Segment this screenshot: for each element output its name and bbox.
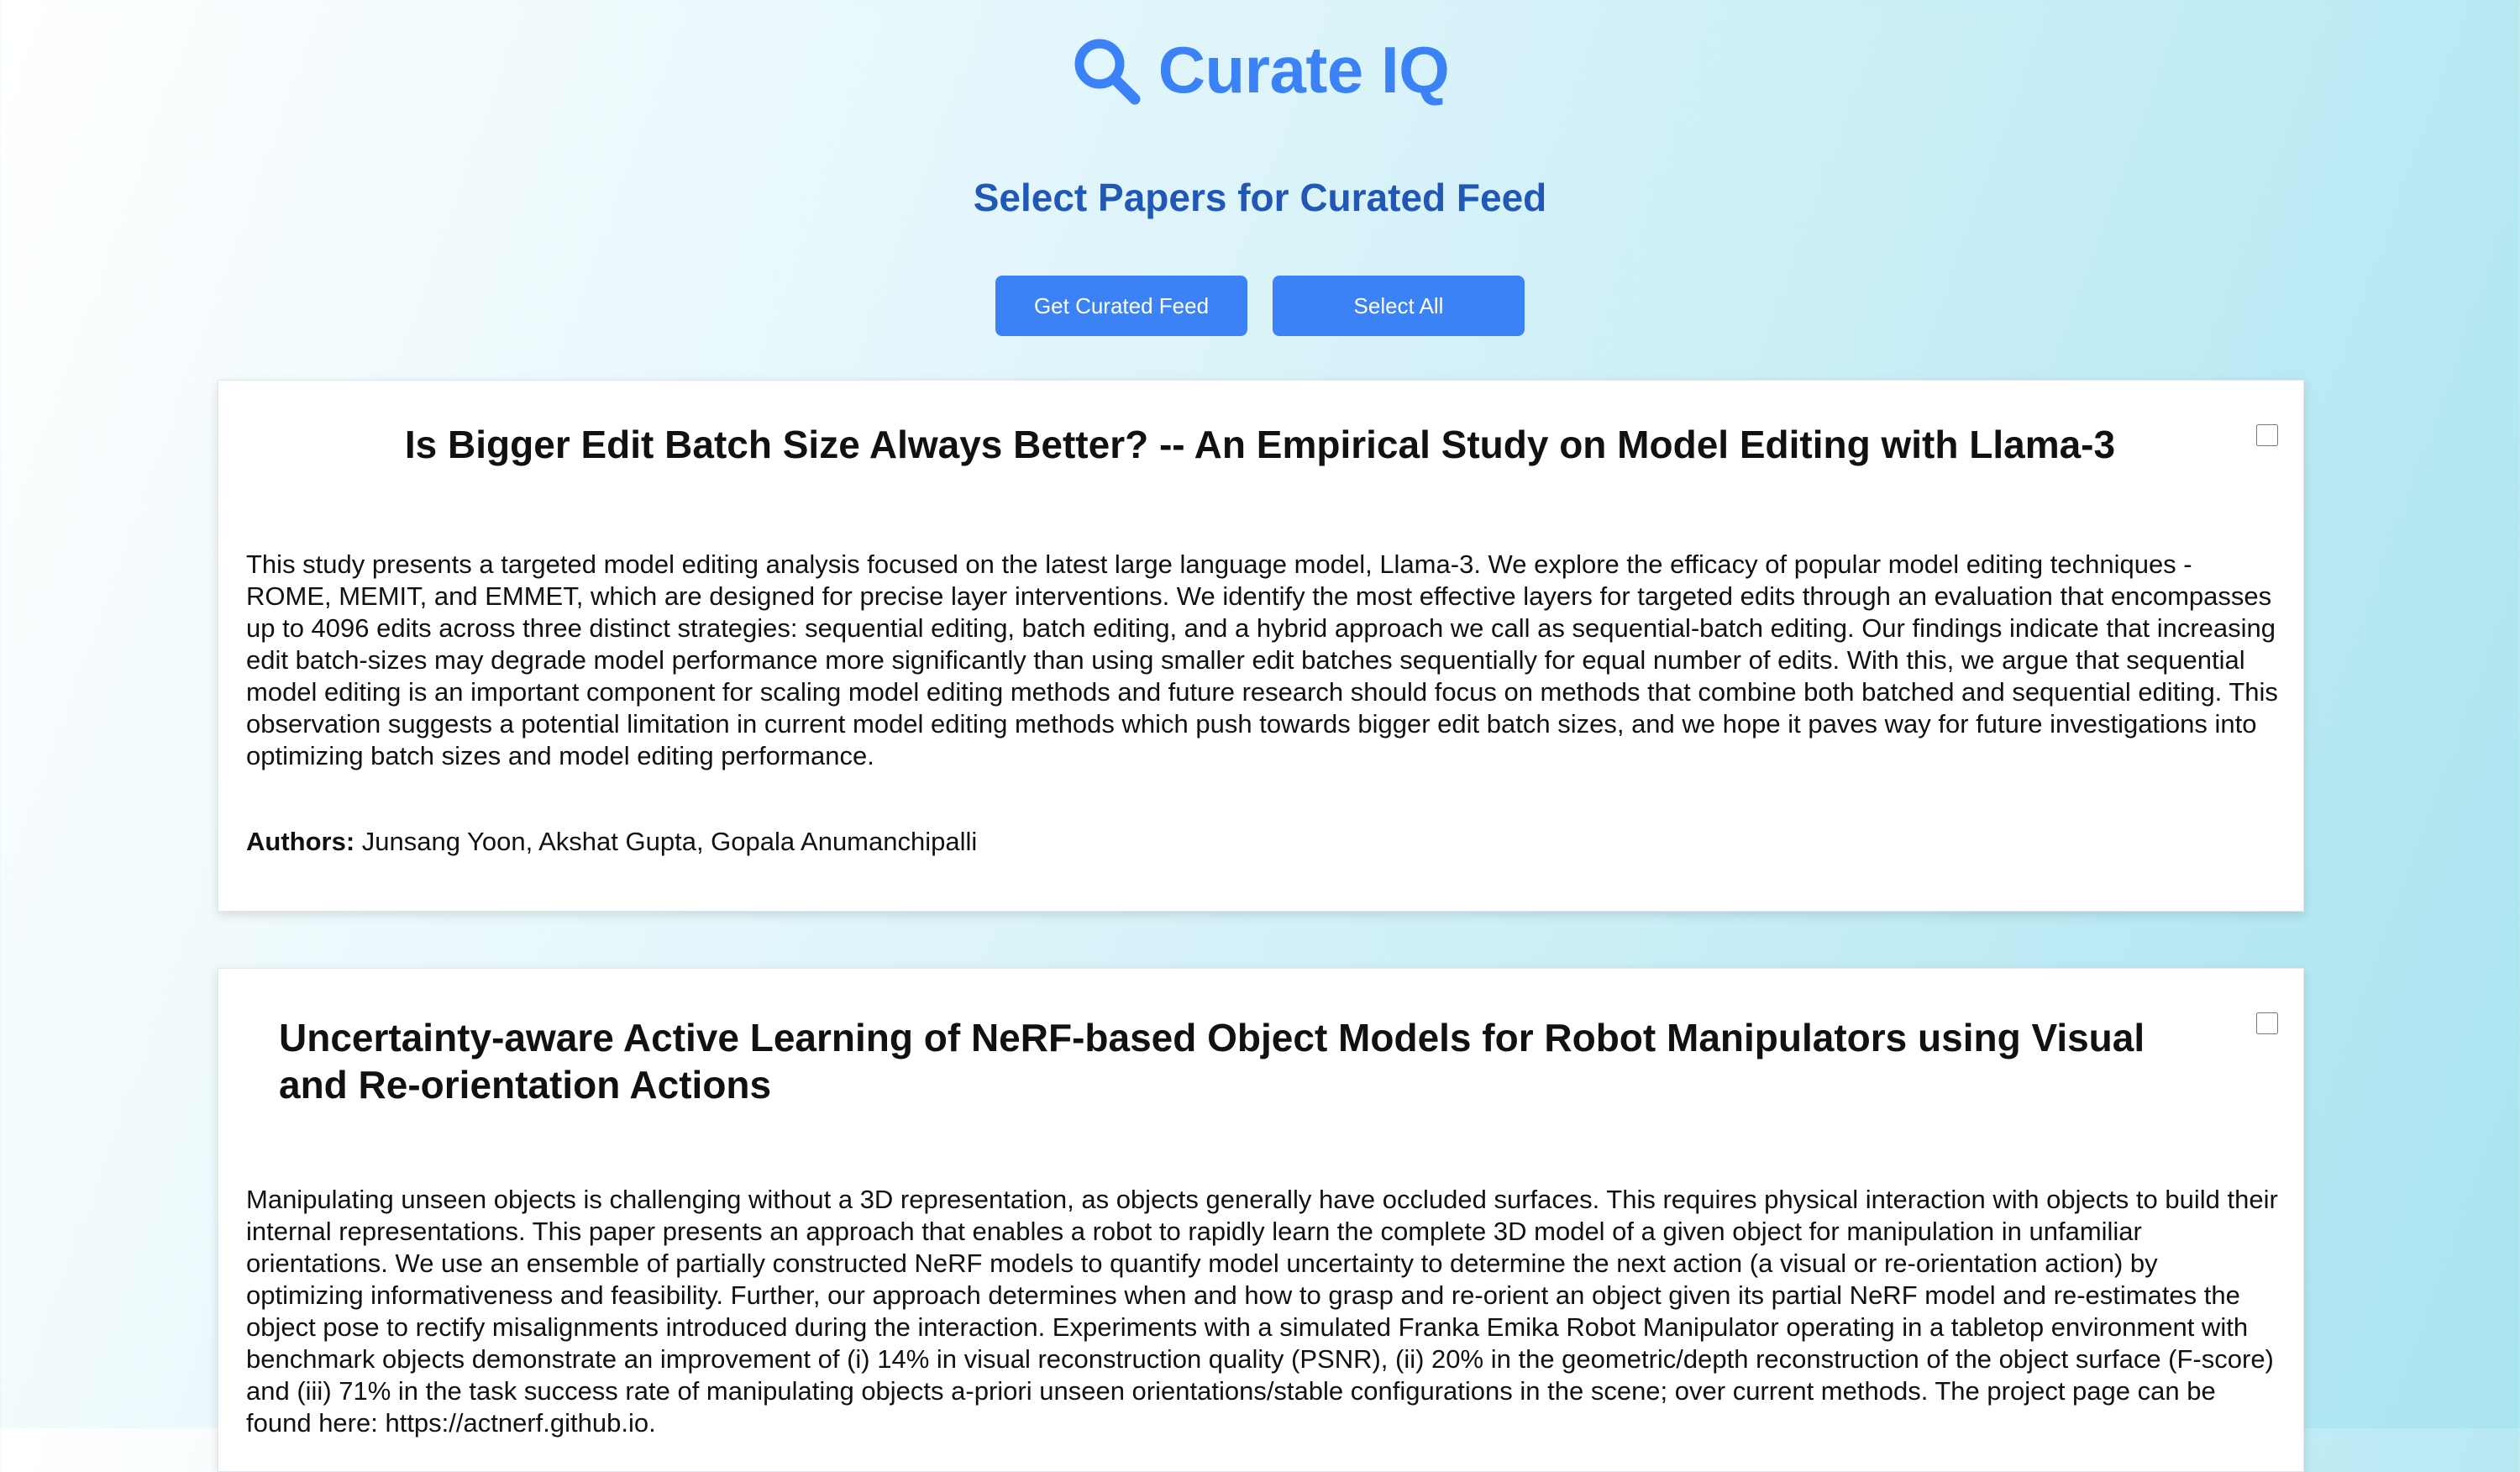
paper-card: Is Bigger Edit Batch Size Always Better?… (218, 380, 2304, 912)
paper-title: Is Bigger Edit Batch Size Always Better?… (404, 423, 2116, 466)
app-header: Curate IQ (0, 32, 2520, 108)
get-curated-feed-button[interactable]: Get Curated Feed (995, 276, 1247, 336)
paper-abstract: Manipulating unseen objects is challengi… (246, 1185, 2278, 1438)
paper-authors: Authors: Junsang Yoon, Akshat Gupta, Gop… (246, 826, 977, 858)
paper-select-checkbox[interactable] (2256, 1012, 2278, 1034)
authors-list: Junsang Yoon, Akshat Gupta, Gopala Anuma… (361, 827, 978, 856)
select-all-button[interactable]: Select All (1273, 276, 1525, 336)
paper-card: Uncertainty-aware Active Learning of NeR… (218, 968, 2304, 1472)
app-title: Curate IQ (1158, 33, 1450, 107)
paper-select-checkbox[interactable] (2256, 424, 2278, 446)
search-icon (1074, 39, 1141, 104)
paper-title: Uncertainty-aware Active Learning of NeR… (279, 1016, 2145, 1107)
action-bar: Get Curated Feed Select All (0, 276, 2520, 336)
page-heading: Select Papers for Curated Feed (973, 176, 1547, 219)
paper-abstract: This study presents a targeted model edi… (246, 549, 2278, 770)
authors-label: Authors: (246, 827, 355, 856)
